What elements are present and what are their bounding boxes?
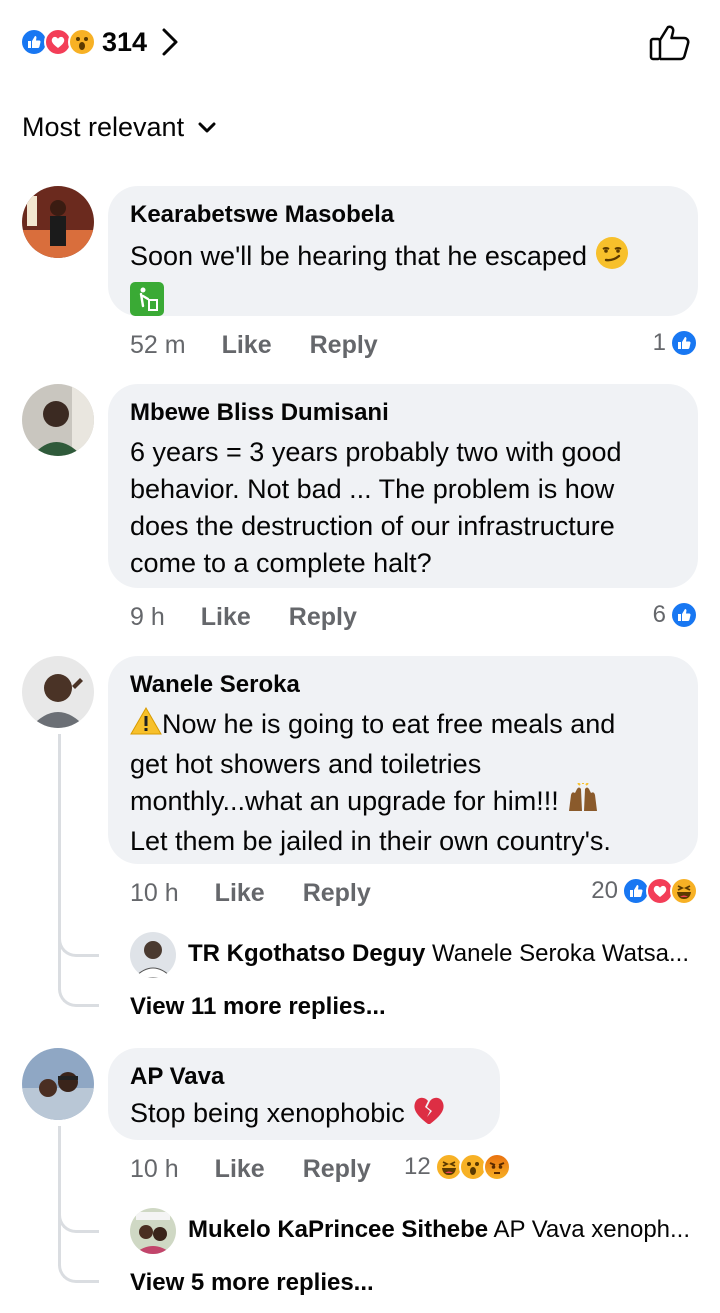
comment-author[interactable]: AP Vava bbox=[130, 1062, 478, 1092]
comment-time[interactable]: 9 h bbox=[130, 603, 165, 632]
comment-text-line: get hot showers and toiletries bbox=[130, 749, 482, 779]
avatar[interactable] bbox=[22, 186, 94, 258]
comment-text: Stop being xenophobic bbox=[130, 1098, 405, 1129]
thumbs-up-outline-icon[interactable] bbox=[648, 22, 692, 62]
view-more-replies[interactable]: View 5 more replies... bbox=[130, 1269, 374, 1297]
wow-reaction-icon bbox=[68, 28, 96, 56]
reactions-summary[interactable]: 314 bbox=[20, 22, 179, 62]
reply-text: Wanele Seroka Watsa... bbox=[432, 940, 689, 967]
thread-branch bbox=[58, 932, 99, 957]
thread-branch bbox=[58, 982, 99, 1007]
comment-time[interactable]: 52 m bbox=[130, 331, 186, 360]
like-reaction-icon bbox=[670, 601, 698, 629]
avatar[interactable] bbox=[22, 1048, 94, 1120]
avatar[interactable] bbox=[130, 932, 176, 978]
comment-text-line: behavior. Not bad ... The problem is how bbox=[130, 474, 615, 504]
chevron-down-icon bbox=[198, 122, 216, 132]
litter-bin-icon bbox=[130, 282, 676, 321]
comment-text: Soon we'll be hearing that he escaped bbox=[130, 241, 587, 272]
comment-text-line: Let them be jailed in their own country'… bbox=[130, 826, 611, 856]
sort-dropdown[interactable]: Most relevant bbox=[22, 112, 216, 143]
comment-author[interactable]: Kearabetswe Masobela bbox=[130, 200, 676, 230]
broken-heart-icon bbox=[412, 1094, 446, 1136]
reply-text: AP Vava xenoph... bbox=[493, 1216, 691, 1243]
like-button[interactable]: Like bbox=[201, 603, 251, 632]
thread-branch bbox=[58, 1208, 99, 1233]
comment-actions: 10 h Like Reply bbox=[130, 1152, 371, 1186]
reply-preview[interactable]: Mukelo KaPrincee Sithebe AP Vava xenoph.… bbox=[188, 1216, 690, 1244]
reply-preview[interactable]: TR Kgothatso Deguy Wanele Seroka Watsa..… bbox=[188, 940, 689, 968]
sort-label: Most relevant bbox=[22, 112, 185, 142]
reaction-total: 314 bbox=[102, 26, 148, 57]
view-more-replies[interactable]: View 11 more replies... bbox=[130, 993, 386, 1021]
comment-time[interactable]: 10 h bbox=[130, 879, 179, 908]
reply-button[interactable]: Reply bbox=[310, 331, 378, 360]
comment-reactions[interactable]: 12 bbox=[404, 1150, 511, 1184]
warning-icon bbox=[130, 706, 162, 746]
like-button[interactable]: Like bbox=[222, 331, 272, 360]
comment-bubble: Kearabetswe Masobela Soon we'll be heari… bbox=[108, 186, 698, 316]
angry-reaction-icon bbox=[482, 1153, 511, 1181]
reply-author: TR Kgothatso Deguy bbox=[188, 940, 426, 967]
reaction-count: 6 bbox=[652, 601, 666, 628]
like-button[interactable]: Like bbox=[215, 879, 265, 908]
comment-actions: 9 h Like Reply bbox=[130, 600, 357, 634]
comment-bubble: AP Vava Stop being xenophobic bbox=[108, 1048, 500, 1140]
comment-bubble: Wanele Seroka Now he is going to eat fre… bbox=[108, 656, 698, 864]
like-button[interactable]: Like bbox=[215, 1155, 265, 1184]
comment-text-line: 6 years = 3 years probably two with good bbox=[130, 437, 622, 467]
comment-text-line: monthly...what an upgrade for him!!! bbox=[130, 786, 559, 817]
comment-reactions[interactable]: 6 bbox=[653, 598, 698, 632]
reply-button[interactable]: Reply bbox=[303, 1155, 371, 1184]
reaction-count: 20 bbox=[591, 877, 618, 904]
comment-reactions[interactable]: 1 bbox=[653, 326, 698, 360]
comment-bubble: Mbewe Bliss Dumisani 6 years = 3 years p… bbox=[108, 384, 698, 588]
smirking-face-icon bbox=[595, 236, 629, 280]
reply-author: Mukelo KaPrincee Sithebe bbox=[188, 1216, 489, 1243]
avatar[interactable] bbox=[22, 384, 94, 456]
thread-branch bbox=[58, 1258, 99, 1283]
comment-author[interactable]: Mbewe Bliss Dumisani bbox=[130, 398, 676, 428]
comment-actions: 52 m Like Reply bbox=[130, 328, 378, 362]
avatar[interactable] bbox=[130, 1208, 176, 1254]
raising-hands-icon bbox=[566, 782, 600, 823]
reaction-count: 1 bbox=[652, 329, 666, 356]
reaction-count: 12 bbox=[404, 1153, 431, 1180]
comment-text-line: does the destruction of our infrastructu… bbox=[130, 511, 615, 541]
like-reaction-icon bbox=[670, 329, 698, 357]
thread-line bbox=[58, 734, 61, 950]
avatar[interactable] bbox=[22, 656, 94, 728]
reply-button[interactable]: Reply bbox=[303, 879, 371, 908]
comment-text-line: Now he is going to eat free meals and bbox=[162, 709, 616, 740]
reply-button[interactable]: Reply bbox=[289, 603, 357, 632]
comment-author[interactable]: Wanele Seroka bbox=[130, 670, 676, 700]
haha-reaction-icon bbox=[670, 877, 698, 905]
comment-actions: 10 h Like Reply bbox=[130, 876, 371, 910]
comment-text-line: come to a complete halt? bbox=[130, 548, 432, 578]
comment-time[interactable]: 10 h bbox=[130, 1155, 179, 1184]
comment-reactions[interactable]: 20 bbox=[591, 874, 698, 908]
chevron-right-icon bbox=[161, 27, 179, 57]
